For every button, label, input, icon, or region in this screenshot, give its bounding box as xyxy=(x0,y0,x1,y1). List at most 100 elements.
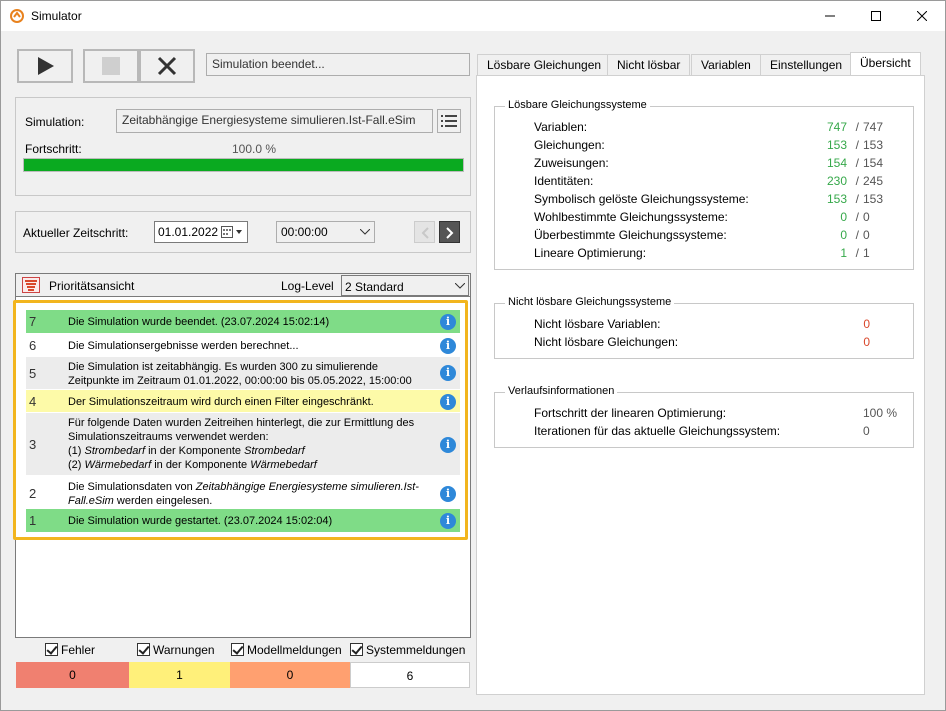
checkbox-icon xyxy=(137,643,150,656)
simulation-panel: Simulation: Zeitabhängige Energiesysteme… xyxy=(15,97,471,196)
filter-model-messages[interactable]: Modellmeldungen xyxy=(231,643,342,657)
solvable-row-found: 153 xyxy=(826,138,847,152)
solvable-row-total: 0 xyxy=(863,228,870,242)
solvable-row-separator: / xyxy=(855,192,859,206)
solvable-row-found: 153 xyxy=(826,192,847,206)
priority-view-label: Prioritätsansicht xyxy=(49,279,135,293)
tab-not-solvable[interactable]: Nicht lösbar xyxy=(607,54,691,75)
solvable-row-total: 0 xyxy=(863,210,870,224)
close-icon xyxy=(917,11,927,21)
solvable-row-total: 154 xyxy=(863,156,884,170)
progress-bar-fill xyxy=(24,159,463,171)
app-icon xyxy=(10,9,24,23)
solvable-row-separator: / xyxy=(855,120,859,134)
prev-step-button[interactable] xyxy=(414,221,435,243)
solvable-systems-title: Lösbare Gleichungssysteme xyxy=(505,99,650,111)
tab-overview[interactable]: Übersicht xyxy=(850,52,921,76)
simulation-browse-button[interactable] xyxy=(437,109,461,133)
overview-panel: Lösbare Gleichungssysteme Variablen: 747 /… xyxy=(476,75,925,695)
unsolvable-equations-value: 0 xyxy=(863,335,870,349)
progress-label: Fortschritt: xyxy=(25,142,82,156)
solvable-row-total: 153 xyxy=(863,192,884,206)
title-bar: Simulator xyxy=(1,1,945,31)
solvable-row-found: 230 xyxy=(826,174,847,188)
log-header: Prioritätsansicht Log-Level 2 Standard xyxy=(15,273,471,297)
iterations-value: 0 xyxy=(863,424,870,438)
iterations-label: Iterationen für das aktuelle Gleichungss… xyxy=(534,424,781,438)
optimization-progress-label: Fortschritt der linearen Optimierung: xyxy=(534,406,727,420)
system-message-count: 6 xyxy=(350,662,470,688)
optimization-progress-value: 100 % xyxy=(863,406,898,420)
error-count: 0 xyxy=(16,662,129,688)
unsolvable-variables-value: 0 xyxy=(863,317,870,331)
time-select[interactable]: 00:00:00 xyxy=(276,221,375,243)
timestep-panel: Aktueller Zeitschritt: 01.01.2022 00:00:… xyxy=(15,211,471,253)
time-value: 00:00:00 xyxy=(281,225,328,239)
solvable-row-label: Wohlbestimmte Gleichungssysteme: xyxy=(534,210,728,224)
unsolvable-equations-label: Nicht lösbare Gleichungen: xyxy=(534,335,679,349)
solvable-row-separator: / xyxy=(855,174,859,188)
run-button[interactable] xyxy=(17,49,73,83)
minimize-icon xyxy=(825,15,835,17)
priority-view-button[interactable] xyxy=(22,277,40,293)
chevron-down-icon xyxy=(455,283,465,289)
window-title: Simulator xyxy=(31,9,82,23)
timestep-label: Aktueller Zeitschritt: xyxy=(23,226,129,240)
cancel-x-icon xyxy=(157,56,177,76)
history-group: Verlaufsinformationen Fortschritt der li… xyxy=(494,385,914,448)
tab-settings[interactable]: Einstellungen xyxy=(760,54,853,75)
simulation-file-field: Zeitabhängige Energiesysteme simulieren.… xyxy=(116,109,433,133)
unsolvable-systems-title: Nicht lösbare Gleichungssysteme xyxy=(505,296,675,308)
list-icon xyxy=(441,115,457,127)
solvable-row-found: 0 xyxy=(840,210,847,224)
solvable-row-label: Lineare Optimierung: xyxy=(534,246,647,260)
solvable-row-label: Variablen: xyxy=(534,120,588,134)
solvable-row-label: Identitäten: xyxy=(534,174,594,188)
solvable-systems-group: Lösbare Gleichungssysteme Variablen: 747 /… xyxy=(494,99,914,270)
tab-variables[interactable]: Variablen xyxy=(691,54,761,75)
stop-button[interactable] xyxy=(83,49,139,83)
filter-warnings[interactable]: Warnungen xyxy=(137,643,215,657)
calendar-icon xyxy=(221,226,242,238)
checkbox-icon xyxy=(45,643,58,656)
solvable-row-found: 747 xyxy=(826,120,847,134)
log-level-value: 2 Standard xyxy=(345,280,404,294)
simulation-label: Simulation: xyxy=(25,115,85,129)
solvable-row-separator: / xyxy=(855,156,859,170)
date-value: 01.01.2022 xyxy=(158,225,219,239)
chevron-left-icon xyxy=(421,227,429,239)
maximize-icon xyxy=(871,11,881,21)
filter-system-messages[interactable]: Systemmeldungen xyxy=(350,643,465,657)
solvable-row-separator: / xyxy=(855,210,859,224)
checkbox-icon xyxy=(231,643,244,656)
next-step-button[interactable] xyxy=(439,221,460,243)
tab-solvable-equations[interactable]: Lösbare Gleichungen xyxy=(477,54,612,75)
date-picker[interactable]: 01.01.2022 xyxy=(154,221,248,243)
solvable-row-label: Überbestimmte Gleichungssysteme: xyxy=(534,228,727,242)
history-title: Verlaufsinformationen xyxy=(505,385,618,397)
solvable-row-total: 153 xyxy=(863,138,884,152)
minimize-button[interactable] xyxy=(807,1,853,31)
solvable-row-found: 154 xyxy=(826,156,847,170)
log-level-select[interactable]: 2 Standard xyxy=(341,275,469,296)
chevron-right-icon xyxy=(446,227,454,239)
progress-bar xyxy=(23,158,464,172)
solvable-row-total: 747 xyxy=(863,120,884,134)
solvable-row-total: 1 xyxy=(863,246,870,260)
filter-errors[interactable]: Fehler xyxy=(45,643,95,657)
solvable-row-found: 1 xyxy=(840,246,847,260)
unsolvable-variables-label: Nicht lösbare Variablen: xyxy=(534,317,661,331)
close-button[interactable] xyxy=(899,1,945,31)
play-icon xyxy=(38,57,54,75)
maximize-button[interactable] xyxy=(853,1,899,31)
highlight-frame xyxy=(13,300,468,540)
warning-count: 1 xyxy=(129,662,230,688)
progress-text: 100.0 % xyxy=(232,142,277,156)
cancel-button[interactable] xyxy=(139,49,195,83)
simulator-window: Simulator Simulation beendet... Simulati… xyxy=(0,0,946,711)
solvable-row-separator: / xyxy=(855,138,859,152)
solvable-row-found: 0 xyxy=(840,228,847,242)
solvable-row-label: Zuweisungen: xyxy=(534,156,609,170)
stop-icon xyxy=(102,57,120,75)
priority-icon xyxy=(25,280,37,291)
